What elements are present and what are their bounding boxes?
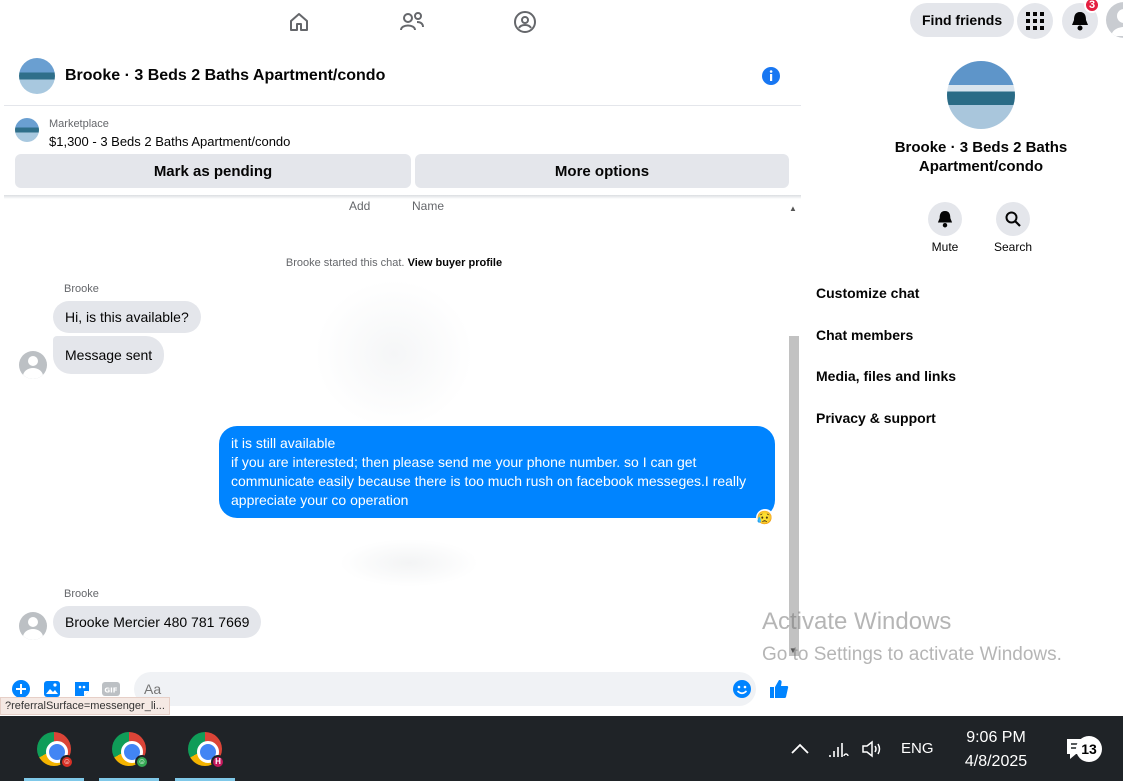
cut-off-label: Name [412,199,445,213]
mark-as-pending-button[interactable]: Mark as pending [15,154,411,188]
outgoing-message-line: it is still available [231,435,336,451]
view-buyer-profile-link[interactable]: View buyer profile [408,257,503,269]
profile-badge-letter: H [211,754,225,769]
cut-off-label: Add [349,199,371,213]
svg-text:GIF: GIF [104,687,117,695]
chrome-icon: ☺ [112,731,149,769]
sticker-icon[interactable] [72,679,92,699]
clock-time: 9:06 PM [966,729,1026,746]
status-bar-url: ?referralSurface=messenger_li... [0,697,170,715]
friends-icon[interactable] [398,8,426,36]
blurred-overlay [314,279,474,429]
plus-icon[interactable] [11,679,31,699]
mute-label: Mute [931,240,959,254]
activate-windows-watermark: Activate Windows [762,608,952,635]
marketplace-label: Marketplace [49,118,109,130]
listing-thumbnail[interactable] [19,57,55,94]
system-clock[interactable]: 9:06 PM 4/8/2025 [950,726,1042,774]
sender-name: Brooke [64,283,99,295]
notification-count-badge: 13 [1076,736,1102,762]
media-files-links-item[interactable]: Media, files and links [816,368,956,384]
message-thread: Add Name Brooke started this chat. View … [4,199,784,669]
incoming-message[interactable]: Hi, is this available? [53,301,201,333]
sad-reaction-icon[interactable]: 😥 [756,509,774,527]
find-friends-button[interactable]: Find friends [910,3,1015,37]
profile-badge-icon: ☺ [60,754,74,769]
chrome-profile-3-button[interactable]: H [175,716,235,781]
profile-avatar[interactable] [1106,2,1123,38]
volume-icon[interactable] [861,716,885,781]
chrome-profile-1-button[interactable]: ☺ [24,716,84,781]
chat-panel: Brooke · 3 Beds 2 Baths Apartment/condo … [4,46,801,716]
chrome-icon: ☺ [37,731,74,769]
outgoing-message-line: if you are interested; then please send … [231,454,747,508]
home-icon[interactable] [285,8,313,36]
system-message-text: Brooke started this chat. [285,257,405,269]
marketplace-listing-row[interactable]: Marketplace $1,300 - 3 Beds 2 Baths Apar… [4,108,801,149]
blurred-overlay [339,539,479,587]
incoming-message[interactable]: Brooke Mercier 480 781 7669 [53,606,262,638]
profile-badge-icon: ☺ [135,754,149,769]
message-input[interactable] [134,672,756,706]
activate-windows-subtext: Go to Settings to activate Windows. [762,644,1062,665]
photo-icon[interactable] [42,679,62,699]
menu-grid-icon[interactable] [1017,3,1053,39]
incoming-message[interactable]: Message sent [53,336,165,374]
top-navigation: Find friends 3 [0,0,1123,44]
sender-avatar[interactable] [19,351,47,379]
search-in-chat-button[interactable]: Search [983,202,1043,254]
notifications-bell-icon[interactable]: 3 [1062,0,1100,39]
taskbar: ☺ ☺ H ENG 9:06 PM 4/8/2025 [0,716,1123,781]
privacy-support-item[interactable]: Privacy & support [816,410,936,426]
customize-chat-item[interactable]: Customize chat [816,285,919,301]
show-hidden-icons-chevron-icon[interactable] [790,716,810,781]
scroll-up-icon[interactable]: ▲ [789,204,797,213]
chrome-profile-2-button[interactable]: ☺ [99,716,159,781]
notification-badge: 3 [1084,0,1100,13]
listing-avatar[interactable] [947,61,1015,129]
groups-icon[interactable] [511,8,539,36]
gif-icon[interactable]: GIF [101,679,121,699]
clock-date: 4/8/2025 [964,753,1028,770]
details-title: Brooke · 3 Beds 2 Baths Apartment/condo [894,139,1068,175]
emoji-icon[interactable] [732,679,752,699]
search-icon [996,202,1030,236]
system-message: Brooke started this chat. View buyer pro… [4,257,784,269]
listing-thumbnail-small [15,118,39,142]
language-indicator[interactable]: ENG [901,716,934,781]
more-options-button[interactable]: More options [415,154,789,188]
listing-title: $1,300 - 3 Beds 2 Baths Apartment/condo [49,134,291,149]
chat-header: Brooke · 3 Beds 2 Baths Apartment/condo [4,46,801,106]
chat-title[interactable]: Brooke · 3 Beds 2 Baths Apartment/condo [65,67,385,85]
sender-avatar[interactable] [19,612,47,640]
search-label: Search [993,240,1033,254]
bell-icon [928,202,962,236]
sender-name: Brooke [64,588,99,600]
chrome-icon: H [188,731,225,769]
wifi-icon[interactable] [828,716,850,781]
info-icon[interactable] [761,66,781,86]
outgoing-message[interactable]: it is still available if you are interes… [219,426,775,518]
mute-button[interactable]: Mute [915,202,975,254]
chat-members-item[interactable]: Chat members [816,327,913,343]
thumbs-up-icon[interactable] [769,679,789,699]
